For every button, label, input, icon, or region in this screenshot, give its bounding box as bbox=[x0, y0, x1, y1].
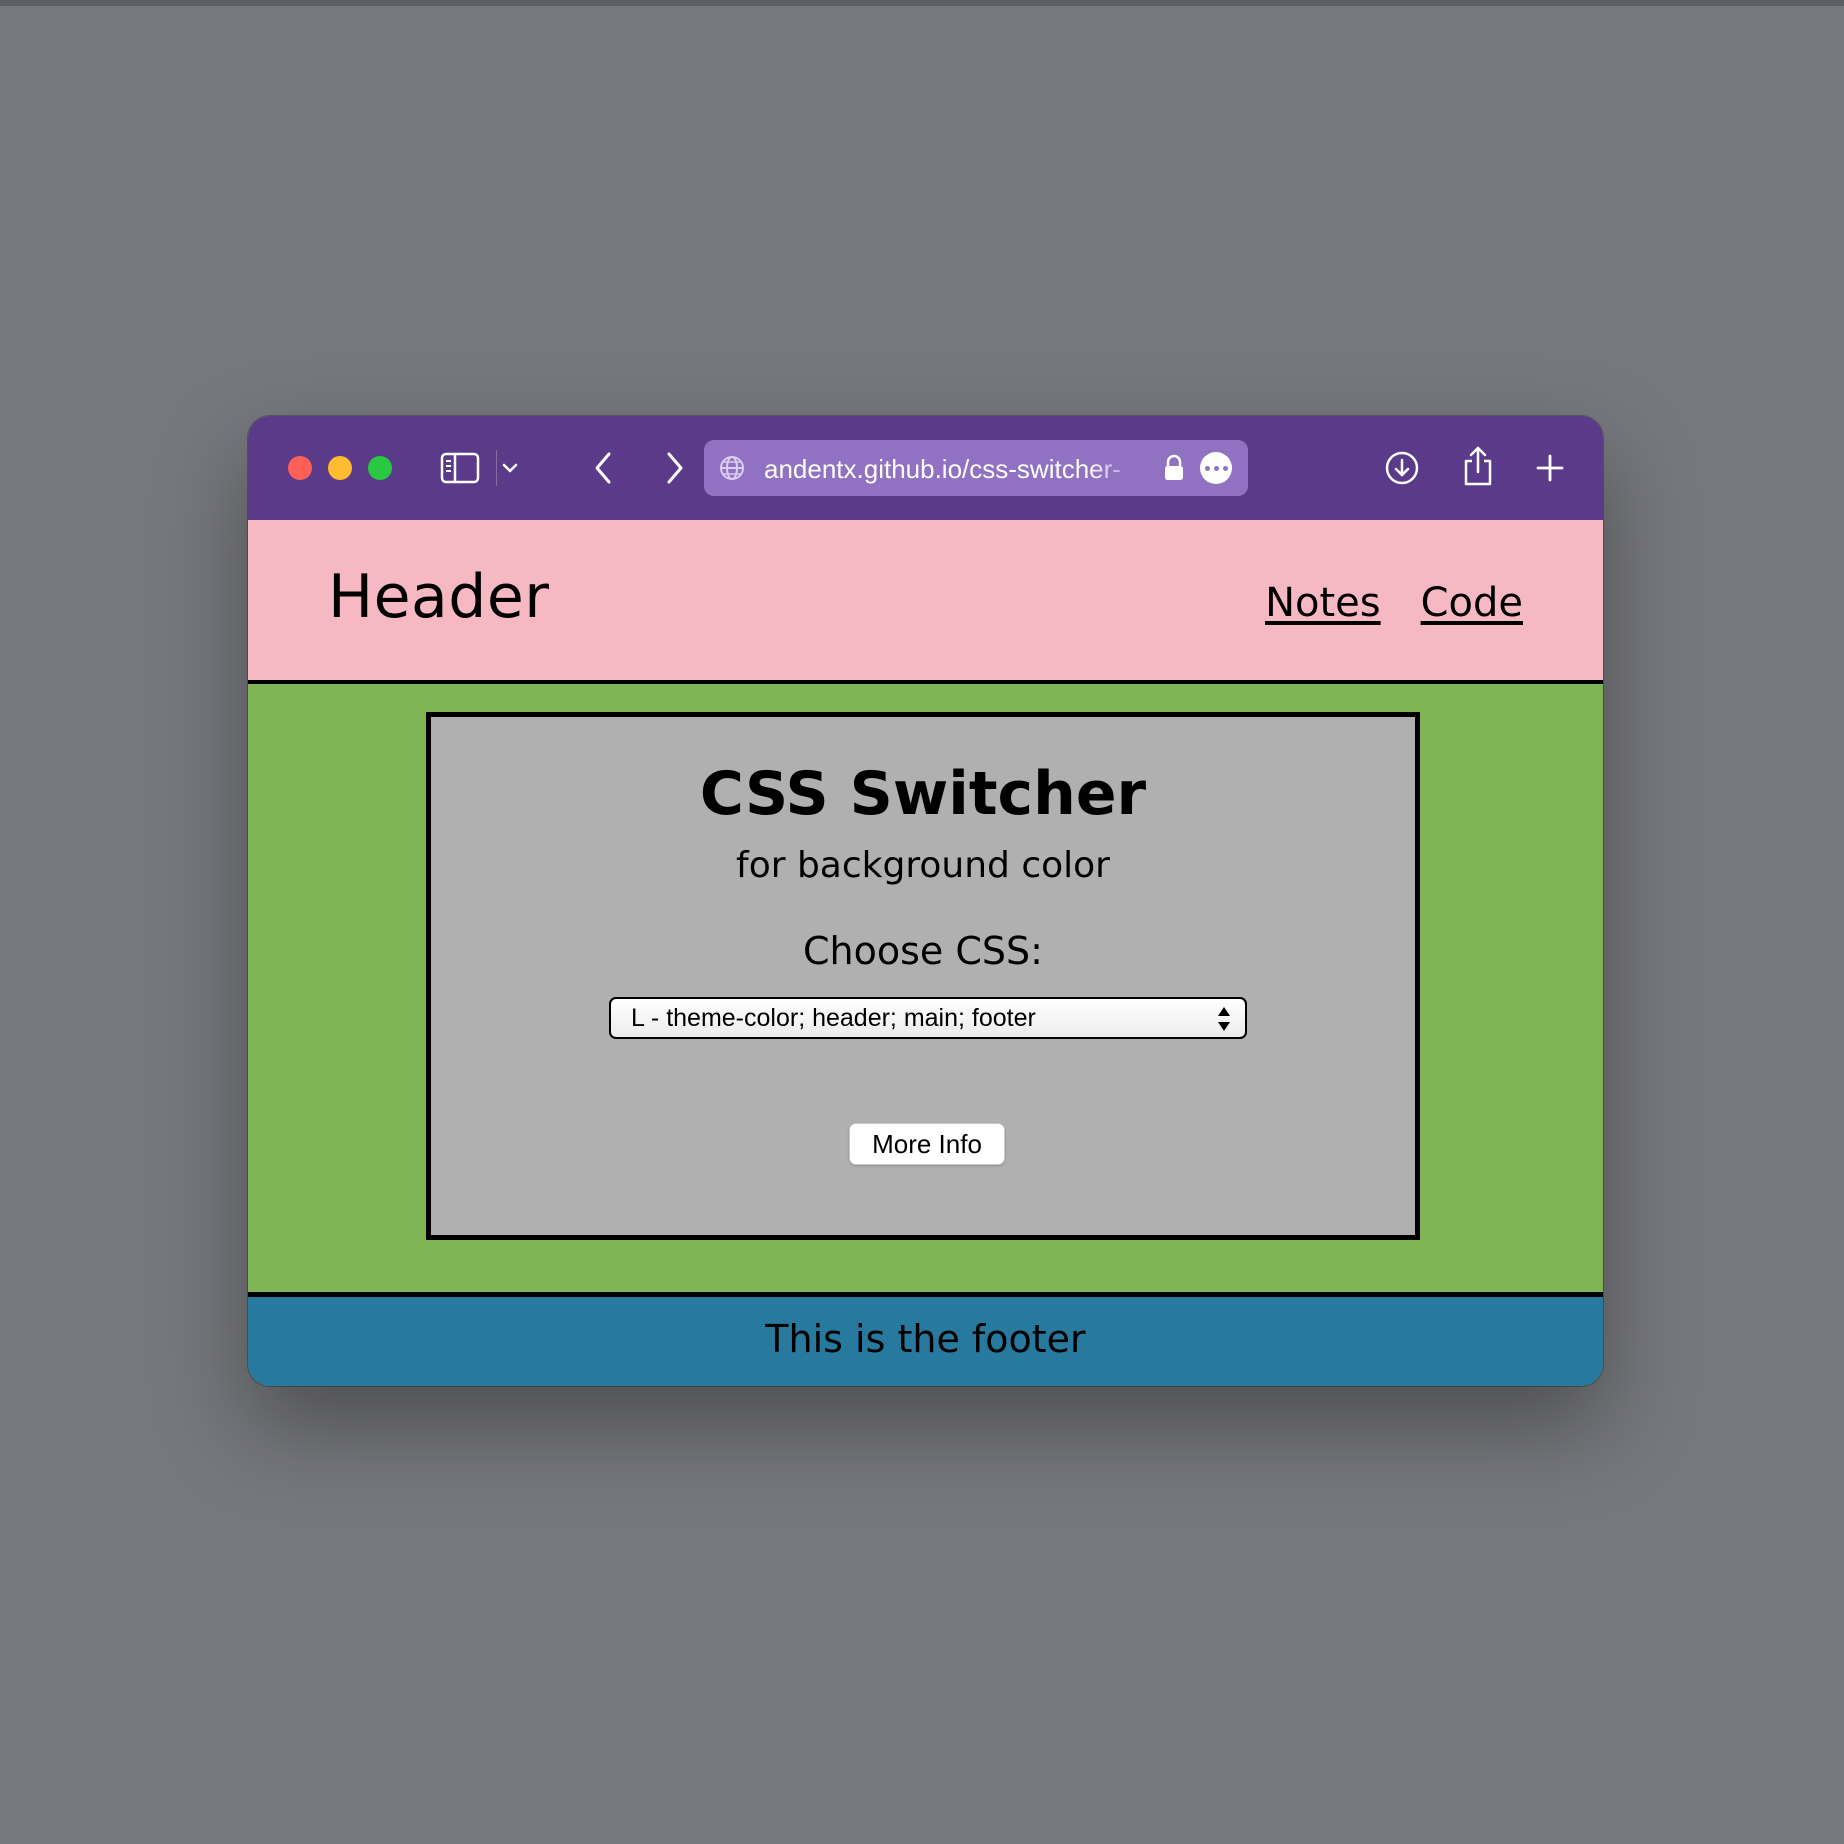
plus-icon[interactable] bbox=[1530, 448, 1570, 488]
switcher-card: CSS Switcher for background color Choose… bbox=[426, 712, 1420, 1240]
browser-toolbar: andentx.github.io/css-switcher- bbox=[248, 416, 1603, 520]
page-subtitle: for background color bbox=[736, 845, 1110, 886]
css-select[interactable]: L - theme-color; header; main; footer bbox=[609, 997, 1247, 1039]
nav-link-code[interactable]: Code bbox=[1421, 580, 1523, 626]
share-icon[interactable] bbox=[1458, 444, 1498, 488]
desktop-menubar-edge bbox=[0, 0, 1844, 6]
browser-window: andentx.github.io/css-switcher- Header N… bbox=[248, 416, 1603, 1386]
lock-icon bbox=[1162, 454, 1186, 482]
nav-link-notes[interactable]: Notes bbox=[1265, 580, 1381, 626]
close-window-button[interactable] bbox=[288, 456, 312, 480]
address-bar[interactable]: andentx.github.io/css-switcher- bbox=[704, 440, 1248, 496]
sidebar-icon[interactable] bbox=[438, 448, 482, 488]
page-header: Header Notes Code bbox=[248, 520, 1603, 684]
minimize-window-button[interactable] bbox=[328, 456, 352, 480]
back-arrow-icon[interactable] bbox=[583, 448, 623, 488]
select-arrows-icon bbox=[1217, 1005, 1231, 1033]
main-section: CSS Switcher for background color Choose… bbox=[248, 684, 1603, 1292]
url-text: andentx.github.io/css-switcher- bbox=[764, 454, 1121, 484]
page-footer: This is the footer bbox=[248, 1292, 1603, 1386]
css-select-value: L - theme-color; header; main; footer bbox=[631, 1004, 1036, 1032]
globe-icon bbox=[718, 454, 746, 482]
more-info-button[interactable]: More Info bbox=[849, 1123, 1005, 1165]
choose-css-label: Choose CSS: bbox=[803, 929, 1043, 973]
toolbar-divider bbox=[496, 450, 497, 486]
footer-text: This is the footer bbox=[765, 1317, 1086, 1361]
header-title: Header bbox=[328, 562, 550, 632]
header-nav: Notes Code bbox=[1265, 580, 1523, 626]
chevron-down-icon[interactable] bbox=[498, 454, 522, 482]
page-title: CSS Switcher bbox=[699, 759, 1147, 829]
download-icon[interactable] bbox=[1382, 448, 1422, 488]
more-icon[interactable] bbox=[1200, 452, 1232, 484]
zoom-window-button[interactable] bbox=[368, 456, 392, 480]
forward-arrow-icon[interactable] bbox=[655, 448, 695, 488]
